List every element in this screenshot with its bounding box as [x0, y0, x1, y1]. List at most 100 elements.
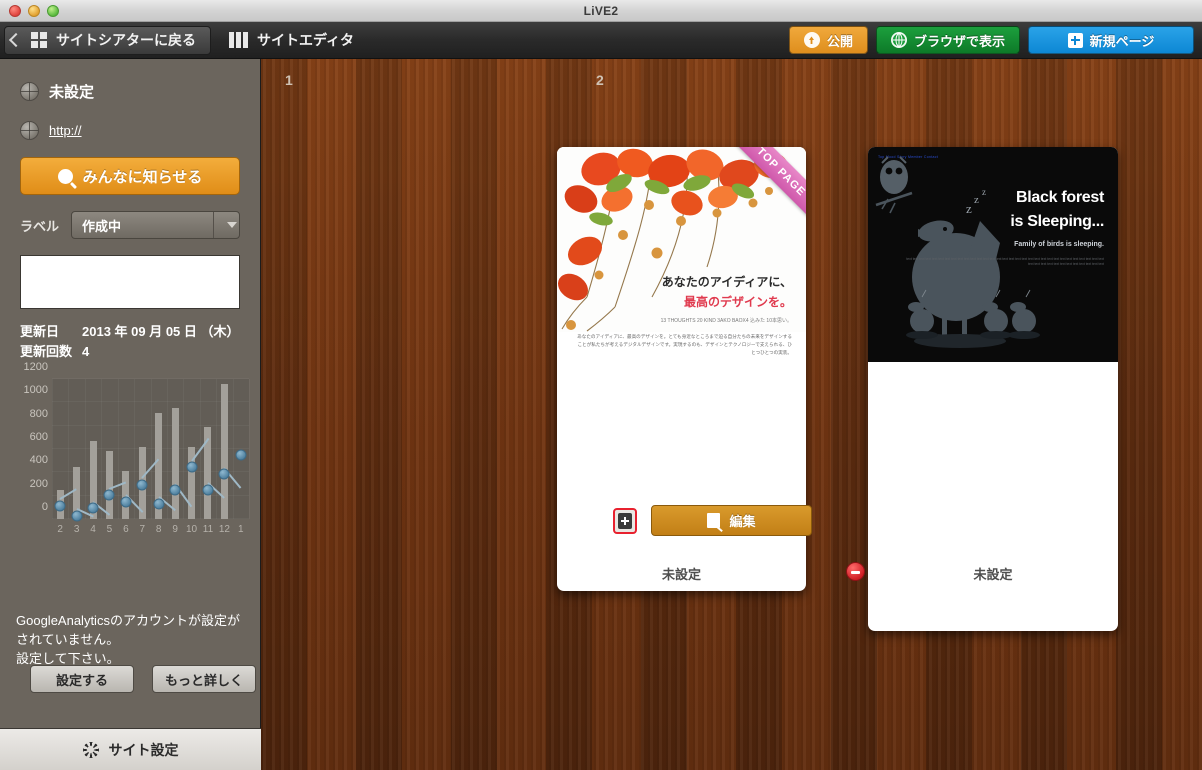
chart-x-tick: 6 — [123, 524, 129, 535]
chart-bar — [171, 408, 179, 519]
page-card-2[interactable]: Top Mood Story Member Contact z z z Blac… — [868, 147, 1118, 631]
site-settings-button[interactable]: サイト設定 — [0, 728, 261, 770]
site-title: 未設定 — [49, 84, 95, 101]
chart-y-tick: 1200 — [23, 361, 48, 373]
ga-setup-button[interactable]: 設定する — [30, 665, 134, 693]
search-icon — [57, 168, 73, 184]
tab-site-editor-label: サイトエディタ — [257, 32, 355, 48]
chart-bar — [105, 450, 113, 519]
chart-data-point — [120, 496, 132, 508]
notify-everyone-label: みんなに知らせる — [82, 168, 203, 186]
chart-data-point — [153, 498, 165, 509]
chart-gridline — [249, 379, 250, 519]
sleeping-birds-illustration: z z z — [875, 156, 1040, 348]
chart-x-tick: 10 — [185, 524, 198, 535]
page-1-caption: 未設定 — [661, 567, 701, 582]
notify-everyone-button[interactable]: みんなに知らせる — [20, 157, 240, 195]
ga-actions: 設定する もっと詳しく — [30, 665, 256, 693]
chart-y-tick: 200 — [29, 477, 48, 490]
edit-page-label: 編集 — [729, 514, 756, 529]
chart-data-point — [235, 449, 247, 460]
delete-page-button[interactable] — [846, 562, 865, 581]
chart-x-tick: 9 — [172, 524, 178, 535]
toolbar-actions: 公開 ブラウザで表示 新規ページ — [788, 26, 1194, 54]
tab-site-editor[interactable]: サイトエディタ — [229, 30, 354, 50]
grid-icon — [31, 32, 47, 48]
page-1-subtext: 13 THOUGHTS 20 KIND 3AKO BAOX4 込みた 10本思い… — [660, 318, 792, 324]
window-title: LiVE2 — [583, 3, 619, 18]
site-url-row: http:// — [0, 121, 260, 140]
updated-date-row: 更新日 2013 年 09 月 05 日 （木） — [20, 322, 240, 342]
page-number-2: 2 — [596, 72, 604, 88]
ga-notice-text: GoogleAnalyticsのアカウントが設定がされていません。 設定して下さ… — [16, 613, 240, 666]
chart-x-tick: 4 — [90, 524, 96, 535]
svg-text:z: z — [966, 201, 972, 216]
chart-gridline — [216, 379, 218, 519]
publish-label: 公開 — [826, 33, 853, 49]
update-count-row: 更新回数 4 — [20, 342, 240, 362]
chart-data-point — [202, 484, 214, 495]
page-1-body: あなたのアイディアに、最高のデザインを。とても身近なところまで迫る自分たちの未来… — [577, 334, 792, 355]
chart-gridline — [134, 379, 136, 519]
upload-icon — [803, 32, 820, 48]
chart-gridline — [52, 379, 53, 519]
main-toolbar: サイトシアターに戻る サイトエディタ 公開 ブラウザで表示 新規ページ — [0, 22, 1202, 59]
chart-data-point — [186, 461, 198, 473]
page-1-heading-2: 最高のデザインを。 — [683, 295, 792, 309]
chart-data-point — [103, 489, 115, 501]
chart-x-tick: 3 — [73, 524, 80, 535]
chart-gridline — [232, 379, 234, 519]
chevron-down-icon — [213, 212, 239, 238]
edit-page-button[interactable]: 編集 — [651, 505, 812, 536]
memo-textarea[interactable] — [20, 255, 240, 309]
label-row: ラベル 作成中 — [0, 211, 260, 239]
update-count-value: 4 — [82, 344, 90, 359]
sidebar: 未設定 http:// みんなに知らせる ラベル 作成中 更新日 2013 年 0… — [0, 59, 261, 770]
back-to-site-theater-button[interactable]: サイトシアターに戻る — [4, 25, 211, 55]
chart-bar — [220, 383, 228, 519]
add-page-icon — [618, 513, 632, 529]
chart-x-tick: 12 — [218, 524, 230, 535]
chart-y-tick: 1000 — [23, 384, 48, 397]
label-caption: ラベル — [20, 218, 60, 234]
chart-y-tick: 600 — [29, 431, 48, 443]
chart-x-tick: 8 — [155, 524, 162, 535]
chart-x-tick: 5 — [106, 524, 113, 535]
page-number-1: 1 — [285, 72, 293, 88]
chart-y-tick: 800 — [29, 407, 48, 420]
chart-data-point — [218, 468, 230, 480]
analytics-chart: 0 200 400 600 800 1000 1200 2 3 4 5 6 7 8 9 10 11 12 1 — [12, 361, 250, 537]
plus-square-icon — [1067, 32, 1083, 48]
publish-button[interactable]: 公開 — [788, 26, 868, 54]
ga-more-info-button[interactable]: もっと詳しく — [152, 665, 256, 693]
page-2-body: text text text text text text text text … — [906, 257, 1104, 267]
site-meta: 更新日 2013 年 09 月 05 日 （木） 更新回数 4 — [20, 322, 240, 362]
chart-y-tick: 400 — [29, 454, 48, 467]
back-to-site-theater-label: サイトシアターに戻る — [56, 32, 196, 48]
page-1-heading-1: あなたのアイディアに、 — [661, 275, 792, 289]
svg-text:z: z — [982, 187, 986, 197]
chart-gridline — [84, 379, 86, 519]
site-title-row: 未設定 — [0, 81, 260, 102]
label-select-value: 作成中 — [82, 218, 122, 234]
add-page-button[interactable] — [613, 508, 637, 534]
window-titlebar: LiVE2 — [0, 0, 1202, 22]
site-url-link[interactable]: http:// — [49, 123, 82, 138]
updated-date-value: 2013 年 09 月 05 日 （木） — [82, 324, 240, 339]
open-in-browser-button[interactable]: ブラウザで表示 — [875, 26, 1020, 54]
label-select[interactable]: 作成中 — [71, 211, 240, 239]
globe-icon — [20, 82, 39, 101]
new-page-button[interactable]: 新規ページ — [1028, 26, 1194, 54]
chart-y-tick: 0 — [41, 501, 48, 513]
gear-icon — [82, 741, 99, 758]
page-2-subtext: Family of birds is sleeping. — [1014, 241, 1104, 248]
chart-x-tick: 11 — [202, 524, 214, 535]
edit-document-icon — [707, 513, 721, 528]
chart-gridline — [150, 379, 152, 519]
chart-data-point — [71, 510, 83, 522]
chart-data-point — [54, 500, 66, 512]
open-in-browser-label: ブラウザで表示 — [913, 33, 1005, 49]
new-page-label: 新規ページ — [1089, 33, 1155, 49]
globe-icon — [20, 121, 39, 140]
site-settings-label: サイト設定 — [108, 741, 179, 758]
